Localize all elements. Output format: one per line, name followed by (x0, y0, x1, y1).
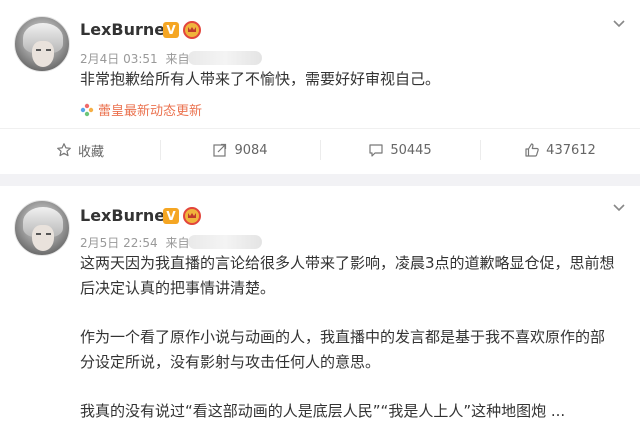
verified-badge-icon: V (163, 208, 179, 224)
post-text-line: 作为一个看了原作小说与动画的人，我直播中的发言都是基于我不喜欢原作的部 (80, 328, 606, 346)
post-text-line: 我真的没有说过“看这部动画的人是底层人民”“我是人上人”这种地图炮 ... (80, 402, 566, 420)
thumbs-up-icon (524, 142, 540, 158)
post-content: 非常抱歉给所有人带来了不愉快，需要好好审视自己。 (80, 67, 630, 92)
favorite-label: 收藏 (77, 144, 104, 160)
source-prefix: 来自 (165, 236, 190, 250)
origin-link[interactable]: 蕾皇最新动态更新 (80, 100, 202, 119)
chevron-down-icon[interactable] (612, 16, 626, 30)
post-text-line: 这两天因为我直播的言论给很多人带来了影响，凌晨3点的道歉略显仓促，思前想 (80, 254, 615, 272)
crown-badge-icon (183, 207, 201, 225)
author-name[interactable]: LexBurner (80, 20, 173, 39)
post-date[interactable]: 2月4日 03:51 (80, 52, 158, 66)
post-date[interactable]: 2月5日 22:54 (80, 236, 158, 250)
blurred-source (188, 235, 262, 249)
like-count: 437612 (546, 142, 596, 158)
avatar[interactable] (14, 200, 70, 256)
comment-icon (368, 142, 384, 158)
origin-logo-icon (80, 103, 94, 117)
blurred-source (188, 51, 262, 65)
comment-button[interactable]: 50445 (320, 128, 480, 172)
chevron-down-icon[interactable] (612, 200, 626, 214)
origin-label: 蕾皇最新动态更新 (98, 104, 203, 119)
repost-count: 9084 (234, 142, 268, 158)
action-bar: 收藏 9084 50445 437612 (0, 128, 640, 172)
favorite-button[interactable]: 收藏 (0, 128, 160, 172)
post-text-line: 非常抱歉给所有人带来了不愉快，需要好好审视自己。 (80, 70, 441, 88)
weibo-post-2: LexBurner V 2月5日 22:54 来自 这两天因为我直播的言论给很多… (0, 186, 640, 424)
comment-count: 50445 (390, 142, 432, 158)
post-content: 这两天因为我直播的言论给很多人带来了影响，凌晨3点的道歉略显仓促，思前想 后决定… (80, 251, 630, 424)
repost-icon (212, 142, 228, 158)
like-button[interactable]: 437612 (480, 128, 640, 172)
author-name[interactable]: LexBurner (80, 206, 173, 225)
source-prefix: 来自 (165, 52, 190, 66)
repost-button[interactable]: 9084 (160, 128, 320, 172)
post-text-line: 分设定所说，没有影射与攻击任何人的意思。 (80, 353, 381, 371)
crown-badge-icon (183, 21, 201, 39)
weibo-post-1: LexBurner V 2月4日 03:51 来自 非常抱歉给所有人带来了不愉快… (0, 0, 640, 174)
verified-badge-icon: V (163, 22, 179, 38)
star-icon (56, 142, 72, 158)
post-meta: 2月4日 03:51 来自 (80, 50, 190, 67)
post-meta: 2月5日 22:54 来自 (80, 234, 190, 251)
feed-separator (0, 174, 640, 186)
avatar[interactable] (14, 16, 70, 72)
post-text-line: 后决定认真的把事情讲清楚。 (80, 279, 276, 297)
